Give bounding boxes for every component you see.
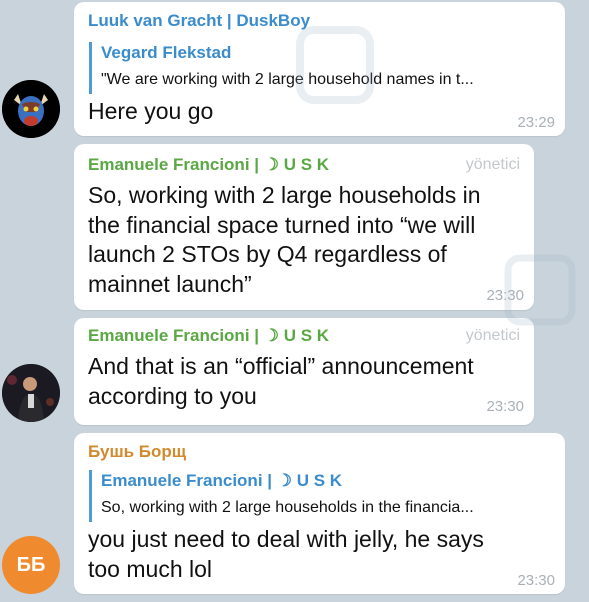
- message-line: And that is an “official” announcement: [88, 353, 474, 379]
- reply-preview: So, working with 2 large households in t…: [101, 499, 474, 516]
- message-bubble[interactable]: Emanuele Francioni | ☽ U S K yönetici An…: [74, 318, 534, 425]
- person-photo-avatar-icon[interactable]: [2, 364, 60, 422]
- message-line: too much lol: [88, 555, 213, 582]
- message-text: So, working with 2 large households in t…: [88, 181, 481, 299]
- message-line: according to you: [88, 382, 257, 409]
- reply-quote[interactable]: Vegard Flekstad "We are working with 2 l…: [89, 42, 559, 94]
- sender-name[interactable]: Luuk van Gracht | DuskBoy: [88, 11, 310, 31]
- message-text: And that is an “official” announcement a…: [88, 352, 474, 411]
- message-line: So, working with 2 large households in: [88, 182, 481, 208]
- bull-avatar-icon[interactable]: [2, 80, 60, 138]
- message-bubble[interactable]: Бушь Борщ Emanuele Francioni | ☽ U S K S…: [74, 433, 565, 594]
- message-time: 23:30: [517, 572, 555, 589]
- admin-badge: yönetici: [465, 327, 520, 344]
- message-line: launch 2 STOs by Q4 regardless of: [88, 241, 447, 267]
- message-time: 23:29: [517, 114, 555, 131]
- reply-author: Emanuele Francioni | ☽ U S K: [101, 471, 343, 490]
- message-line: you just need to deal with jelly, he say…: [88, 526, 484, 552]
- message-bubble[interactable]: Luuk van Gracht | DuskBoy Vegard Fleksta…: [74, 2, 565, 136]
- initials-avatar-icon[interactable]: ББ: [2, 536, 60, 594]
- sender-name[interactable]: Emanuele Francioni | ☽ U S K: [88, 155, 329, 175]
- message-time: 23:30: [486, 398, 524, 415]
- message-line: Here you go: [88, 98, 214, 124]
- message-bubble[interactable]: Emanuele Francioni | ☽ U S K yönetici So…: [74, 144, 534, 310]
- sender-name[interactable]: Бушь Борщ: [88, 442, 186, 462]
- avatar-initials: ББ: [16, 553, 46, 576]
- message-time: 23:30: [486, 287, 524, 304]
- message-text: you just need to deal with jelly, he say…: [88, 525, 484, 584]
- chat-area: Luuk van Gracht | DuskBoy Vegard Fleksta…: [0, 0, 589, 602]
- reply-preview: "We are working with 2 large household n…: [101, 71, 474, 88]
- message-line: the financial space turned into “we will: [88, 211, 476, 238]
- sender-name[interactable]: Emanuele Francioni | ☽ U S K: [88, 326, 329, 346]
- reply-quote[interactable]: Emanuele Francioni | ☽ U S K So, working…: [89, 470, 559, 522]
- admin-badge: yönetici: [465, 156, 520, 173]
- reply-author: Vegard Flekstad: [101, 43, 232, 62]
- message-line: mainnet launch”: [88, 270, 252, 297]
- message-text: Here you go: [88, 97, 213, 127]
